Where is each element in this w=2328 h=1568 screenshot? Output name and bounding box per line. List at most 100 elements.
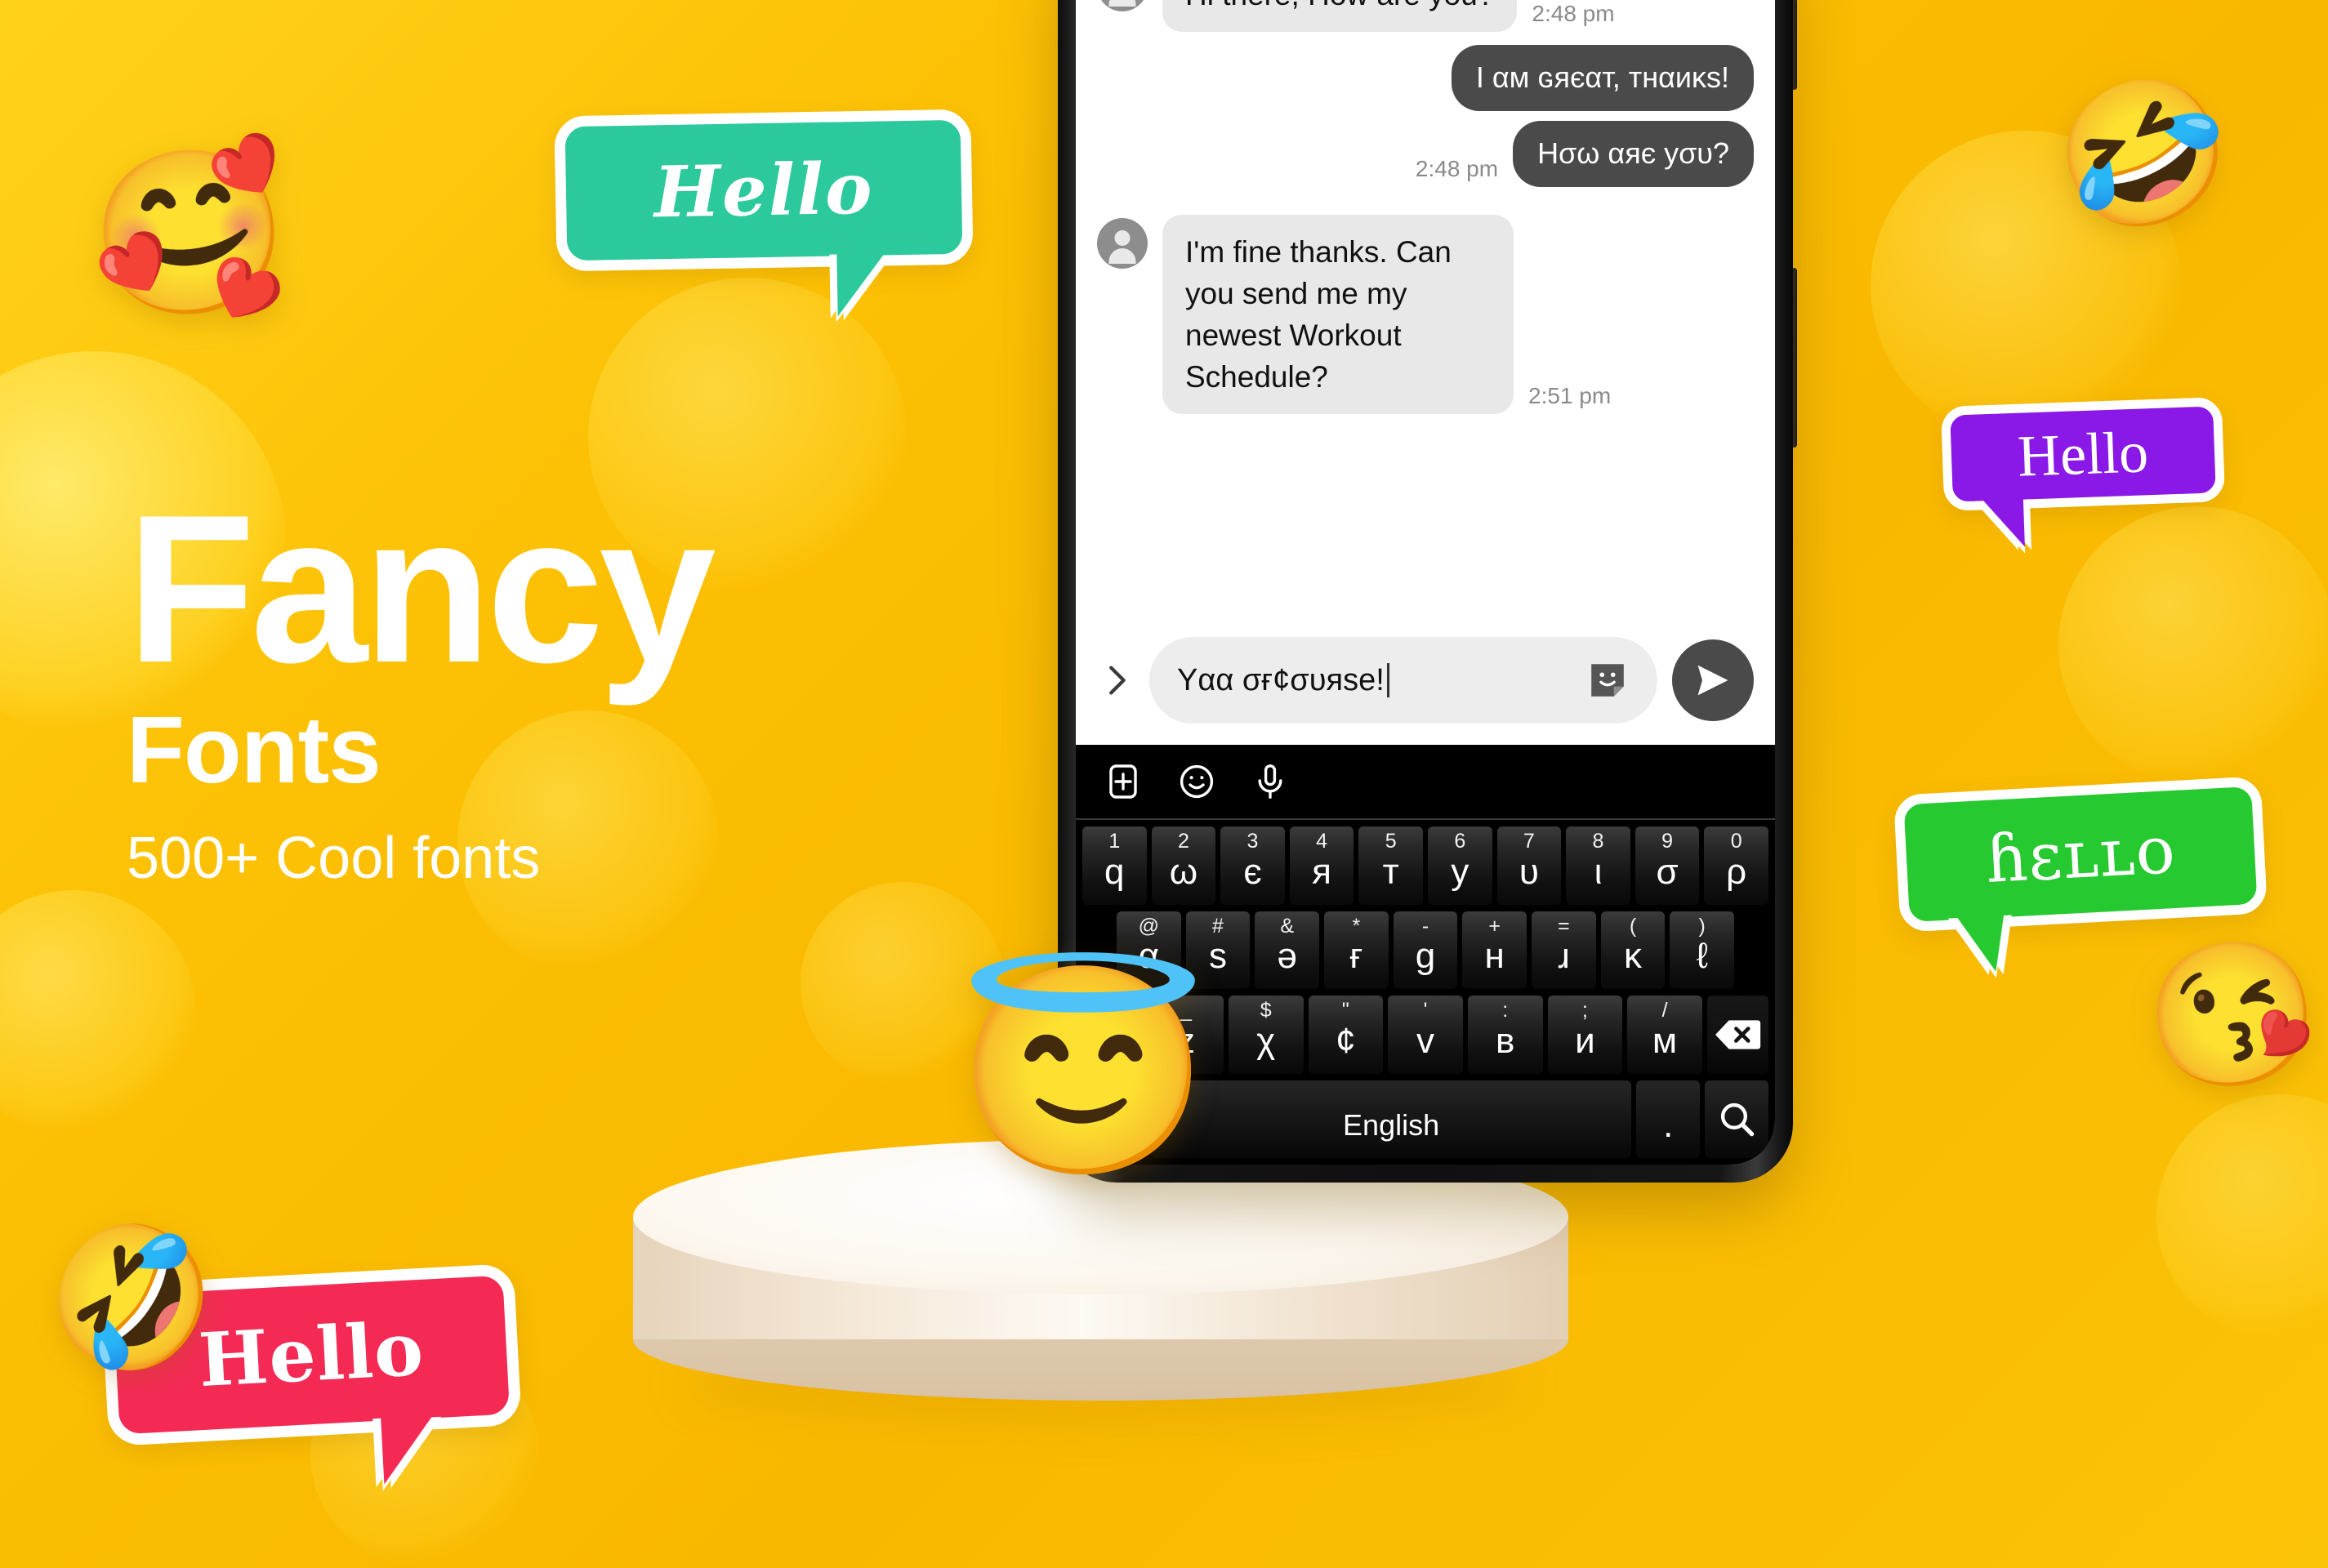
key-sup: " — [1341, 999, 1349, 1022]
speech-bubble-text: Hello — [653, 147, 875, 234]
message-bubble: Hi there, How are you? — [1162, 0, 1518, 33]
emoji-smiley-icon[interactable] — [1177, 762, 1216, 801]
key-label: . — [1663, 1105, 1674, 1146]
key-sup: 9 — [1661, 830, 1673, 853]
message-timestamp: 2:48 pm — [1415, 155, 1499, 181]
key-label: ɹ — [1558, 936, 1570, 977]
message-timestamp: 2:51 pm — [1528, 382, 1612, 408]
chevron-right-icon[interactable] — [1097, 662, 1135, 699]
key-sup: 0 — [1730, 830, 1742, 853]
key-sup: : — [1502, 999, 1509, 1022]
key-b[interactable]: :в — [1467, 996, 1543, 1074]
key-sup: ' — [1423, 999, 1428, 1022]
key-d[interactable]: & ə — [1255, 911, 1320, 989]
key-sup: 5 — [1385, 830, 1397, 853]
key-label: я — [1312, 851, 1331, 892]
key-label: ғ — [1349, 936, 1363, 977]
key-label: м — [1652, 1020, 1678, 1061]
add-plus-icon[interactable] — [1104, 762, 1143, 801]
key-sup: ( — [1629, 914, 1637, 938]
speech-bubble-text: ɦɛʟʟo — [1983, 811, 2178, 898]
key-h[interactable]: + н — [1462, 911, 1527, 989]
sticker-icon[interactable] — [1585, 658, 1630, 702]
face-blowing-a-kiss-emoji: 😘 — [2134, 925, 2328, 1105]
chat-message-incoming: Hi there, How are you? 2:48 pm — [1097, 0, 1754, 33]
key-label: υ — [1519, 851, 1539, 892]
speech-bubble-tail — [836, 252, 887, 317]
microphone-icon[interactable] — [1251, 762, 1290, 801]
speech-bubble-purple: Hello — [1940, 397, 2226, 549]
keyboard-toolbar — [1076, 745, 1775, 820]
page-title: Fancy — [127, 470, 716, 706]
avatar — [1097, 0, 1148, 11]
message-input[interactable]: Yαα σғ¢συяѕe! — [1149, 637, 1657, 724]
key-p[interactable]: 0ρ — [1704, 826, 1768, 905]
key-f[interactable]: * ғ — [1324, 911, 1389, 989]
chat-message-incoming: I'm fine thanks. Can you send me my newe… — [1097, 214, 1754, 414]
key-sup: 2 — [1177, 830, 1189, 853]
key-sup: 8 — [1592, 830, 1604, 853]
key-i[interactable]: 8ι — [1566, 826, 1630, 905]
speech-bubble-tail — [381, 1413, 439, 1485]
key-q[interactable]: 1q — [1082, 826, 1147, 905]
key-sup: $ — [1260, 999, 1272, 1022]
key-sup: / — [1661, 999, 1668, 1022]
message-input-bar: Yαα σғ¢συяѕe! — [1076, 637, 1775, 745]
key-sup: = — [1558, 914, 1570, 938]
period-key[interactable]: . — [1636, 1080, 1701, 1158]
key-sup: 3 — [1247, 830, 1259, 853]
key-label: χ — [1256, 1020, 1276, 1061]
key-label: є — [1243, 851, 1262, 892]
key-label: q — [1104, 851, 1125, 892]
key-sup: 6 — [1454, 830, 1466, 853]
key-w[interactable]: 2ω — [1151, 826, 1216, 905]
key-r[interactable]: 4я — [1289, 826, 1354, 905]
key-k[interactable]: (κ — [1600, 911, 1666, 989]
key-u[interactable]: 7υ — [1496, 826, 1562, 905]
key-c[interactable]: " ¢ — [1308, 996, 1384, 1074]
key-sup: # — [1212, 914, 1224, 938]
search-key[interactable] — [1705, 1080, 1768, 1158]
key-label: English — [1343, 1108, 1440, 1143]
key-label: σ — [1656, 851, 1679, 892]
key-m[interactable]: / м — [1627, 996, 1702, 1074]
key-label: ¢ — [1336, 1020, 1356, 1061]
send-icon — [1697, 665, 1728, 696]
key-t[interactable]: 5т — [1358, 826, 1423, 905]
key-j[interactable]: = ɹ — [1532, 911, 1596, 989]
send-button[interactable] — [1672, 639, 1754, 721]
key-g[interactable]: -g — [1393, 911, 1458, 989]
message-input-value: Yαα σғ¢συяѕe! — [1177, 662, 1385, 697]
avatar — [1097, 217, 1148, 269]
speech-bubble-green: ɦɛʟʟo — [1893, 776, 2268, 974]
key-n[interactable]: ; и — [1547, 996, 1623, 1074]
key-sup: & — [1280, 914, 1295, 938]
smiling-face-with-hearts-emoji: 🥰 — [81, 133, 298, 333]
chat-thread: Hi there, How are you? 2:48 pm I αм ɢяєα… — [1076, 0, 1775, 637]
chat-message-outgoing: I αм ɢяєαт, тнαиκs! — [1097, 45, 1754, 111]
key-x[interactable]: $ χ — [1228, 996, 1304, 1074]
rolling-on-the-floor-laughing-emoji: 🤣 — [2035, 52, 2250, 256]
headline-block: Fancy Fonts 500+ Cool fonts — [127, 470, 716, 891]
message-timestamp: 2:48 pm — [1532, 1, 1615, 27]
key-o[interactable]: 9σ — [1635, 826, 1700, 905]
backspace-key[interactable] — [1706, 996, 1769, 1074]
key-label: ə — [1277, 936, 1297, 977]
key-sup: 7 — [1523, 830, 1535, 853]
key-l[interactable]: ) ℓ — [1670, 911, 1735, 989]
key-v[interactable]: ' v — [1388, 996, 1463, 1074]
space-key[interactable]: English — [1150, 1080, 1632, 1158]
key-e[interactable]: 3є — [1220, 826, 1285, 905]
poster-stage: Fancy Fonts 500+ Cool fonts Hi there, Ho… — [0, 0, 2328, 1568]
key-sup: + — [1488, 914, 1501, 938]
key-label: ρ — [1726, 851, 1747, 892]
key-label: ω — [1169, 851, 1198, 892]
key-label: g — [1415, 936, 1436, 977]
key-sup: ; — [1581, 999, 1588, 1022]
key-y[interactable]: 6y — [1427, 826, 1492, 905]
key-sup: @ — [1138, 914, 1160, 938]
speech-bubble-text: Hello — [2016, 418, 2150, 489]
key-label: y — [1451, 851, 1469, 892]
key-sup: - — [1421, 914, 1429, 938]
bokeh-circle — [2058, 506, 2328, 784]
